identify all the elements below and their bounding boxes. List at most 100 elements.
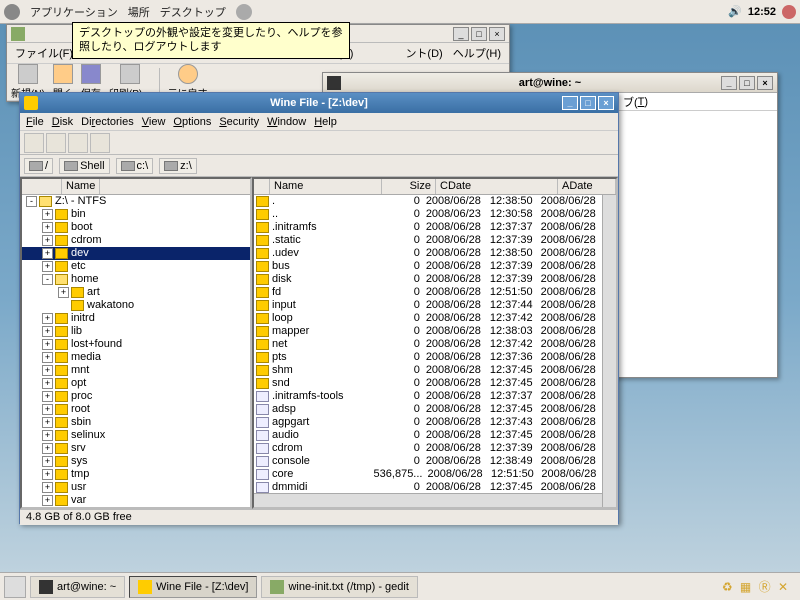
list-row[interactable]: .static02008/06/2812:37:392008/06/281 <box>254 234 616 247</box>
tree-row[interactable]: wakatono <box>22 299 250 312</box>
menu-options[interactable]: Options <box>173 116 211 128</box>
expander-icon[interactable]: + <box>42 417 53 428</box>
maximize-button[interactable]: □ <box>580 96 596 110</box>
menu-view[interactable]: View <box>142 116 166 128</box>
tree-row[interactable]: -home <box>22 273 250 286</box>
expander-icon[interactable]: + <box>42 339 53 350</box>
scrollbar-vertical[interactable] <box>602 195 616 507</box>
list-row[interactable]: shm02008/06/2812:37:452008/06/281 <box>254 364 616 377</box>
list-row[interactable]: pts02008/06/2812:37:362008/06/281 <box>254 351 616 364</box>
expander-icon[interactable]: + <box>42 365 53 376</box>
expander-icon[interactable]: + <box>42 404 53 415</box>
expander-icon[interactable]: + <box>42 430 53 441</box>
expander-icon[interactable]: + <box>42 261 53 272</box>
minimize-button[interactable]: _ <box>721 76 737 90</box>
system-tray[interactable]: ♻ ▦ Ⓡ ✕ <box>722 578 796 595</box>
toolbar-btn[interactable] <box>90 133 110 153</box>
list-row[interactable]: adsp02008/06/2812:37:452008/06/281 <box>254 403 616 416</box>
menu-file[interactable]: File <box>26 116 44 128</box>
expander-icon[interactable]: + <box>42 495 53 506</box>
list-pane[interactable]: Name Size CDate ADate .02008/06/2812:38:… <box>252 177 618 509</box>
col-name[interactable]: Name <box>270 179 382 194</box>
tree-row[interactable]: +sbin <box>22 416 250 429</box>
menu-security[interactable]: Security <box>219 116 259 128</box>
tree-row[interactable]: +sys <box>22 455 250 468</box>
drive-z[interactable]: z:\ <box>159 158 197 174</box>
toolbar-btn[interactable] <box>46 133 66 153</box>
tree-row[interactable]: +mnt <box>22 364 250 377</box>
menu-help[interactable]: Help <box>314 116 337 128</box>
expander-icon[interactable]: + <box>42 469 53 480</box>
expander-icon[interactable]: + <box>42 248 53 259</box>
list-row[interactable]: .initramfs02008/06/2812:37:372008/06/281 <box>254 221 616 234</box>
show-desktop-button[interactable] <box>4 576 26 598</box>
list-row[interactable]: net02008/06/2812:37:422008/06/281 <box>254 338 616 351</box>
volume-icon[interactable]: 🔊 <box>728 5 742 18</box>
list-row[interactable]: .initramfs-tools02008/06/2812:37:372008/… <box>254 390 616 403</box>
close-button[interactable]: × <box>489 27 505 41</box>
toolbar-btn[interactable] <box>24 133 44 153</box>
tree-row[interactable]: +initrd <box>22 312 250 325</box>
list-row[interactable]: .udev02008/06/2812:38:502008/06/281 <box>254 247 616 260</box>
list-row[interactable]: cdrom02008/06/2812:37:392008/06/281 <box>254 442 616 455</box>
menu-window[interactable]: Window <box>267 116 306 128</box>
expander-icon[interactable]: + <box>58 287 69 298</box>
shutdown-icon[interactable] <box>782 5 796 19</box>
task-terminal[interactable]: art@wine: ~ <box>30 576 125 598</box>
menu-disk[interactable]: Disk <box>52 116 73 128</box>
drive-shell[interactable]: Shell <box>59 158 109 174</box>
tree-row[interactable]: +usr <box>22 481 250 494</box>
minimize-button[interactable]: _ <box>562 96 578 110</box>
list-header[interactable]: Name Size CDate ADate <box>254 179 616 195</box>
tree-row[interactable]: +etc <box>22 260 250 273</box>
expander-icon[interactable]: + <box>42 209 53 220</box>
tree-row[interactable]: +root <box>22 403 250 416</box>
expander-icon[interactable]: + <box>42 456 53 467</box>
expander-icon[interactable]: + <box>42 235 53 246</box>
close-button[interactable]: × <box>598 96 614 110</box>
tree-row[interactable]: +cdrom <box>22 234 250 247</box>
task-winefile[interactable]: Wine File - [Z:\dev] <box>129 576 257 598</box>
expander-icon[interactable]: + <box>42 352 53 363</box>
expander-icon[interactable]: + <box>42 313 53 324</box>
close-button[interactable]: × <box>757 76 773 90</box>
list-row[interactable]: snd02008/06/2812:37:452008/06/281 <box>254 377 616 390</box>
gnome-foot-icon[interactable] <box>4 4 20 20</box>
list-row[interactable]: input02008/06/2812:37:442008/06/281 <box>254 299 616 312</box>
winefile-titlebar[interactable]: Wine File - [Z:\dev] _ □ × <box>20 93 618 113</box>
tree-row[interactable]: +bin <box>22 208 250 221</box>
tree-row[interactable]: +art <box>22 286 250 299</box>
list-row[interactable]: fd002008/06/2812:37:422008/06/281 <box>254 507 616 509</box>
terminal-titlebar[interactable]: art@wine: ~ _ □ × <box>323 73 777 93</box>
menu-places[interactable]: 場所 <box>128 4 150 20</box>
tree-row[interactable]: +srv <box>22 442 250 455</box>
tree-row[interactable]: +lib <box>22 325 250 338</box>
col-size[interactable]: Size <box>382 179 436 194</box>
expander-icon[interactable]: - <box>42 274 53 285</box>
tree-row[interactable]: +opt <box>22 377 250 390</box>
winefile-menubar[interactable]: File Disk Directories View Options Secur… <box>20 113 618 131</box>
list-row[interactable]: core536,875...2008/06/2812:51:502008/06/… <box>254 468 616 481</box>
winefile-window[interactable]: Wine File - [Z:\dev] _ □ × File Disk Dir… <box>19 92 619 524</box>
maximize-button[interactable]: □ <box>739 76 755 90</box>
tree-row[interactable]: +dev <box>22 247 250 260</box>
menu-help[interactable]: ヘルプ(H) <box>449 45 505 61</box>
maximize-button[interactable]: □ <box>471 27 487 41</box>
list-row[interactable]: audio02008/06/2812:37:452008/06/281 <box>254 429 616 442</box>
expander-icon[interactable]: + <box>42 326 53 337</box>
tree-row[interactable]: +boot <box>22 221 250 234</box>
menu-file[interactable]: ファイル(F) <box>11 45 77 61</box>
col-cdate[interactable]: CDate <box>436 179 558 194</box>
tree-row[interactable]: +var <box>22 494 250 507</box>
tree-row[interactable]: +media <box>22 351 250 364</box>
list-row[interactable]: .02008/06/2812:38:502008/06/281 <box>254 195 616 208</box>
tree-row[interactable]: -Z:\ - NTFS <box>22 195 250 208</box>
menu-desktop[interactable]: デスクトップ <box>160 4 226 20</box>
toolbar-btn[interactable] <box>68 133 88 153</box>
col-name[interactable]: Name <box>62 179 100 194</box>
list-row[interactable]: console02008/06/2812:38:492008/06/281 <box>254 455 616 468</box>
minimize-button[interactable]: _ <box>453 27 469 41</box>
tree-row[interactable]: +proc <box>22 390 250 403</box>
scrollbar-horizontal[interactable] <box>254 493 602 507</box>
task-gedit[interactable]: wine-init.txt (/tmp) - gedit <box>261 576 417 598</box>
